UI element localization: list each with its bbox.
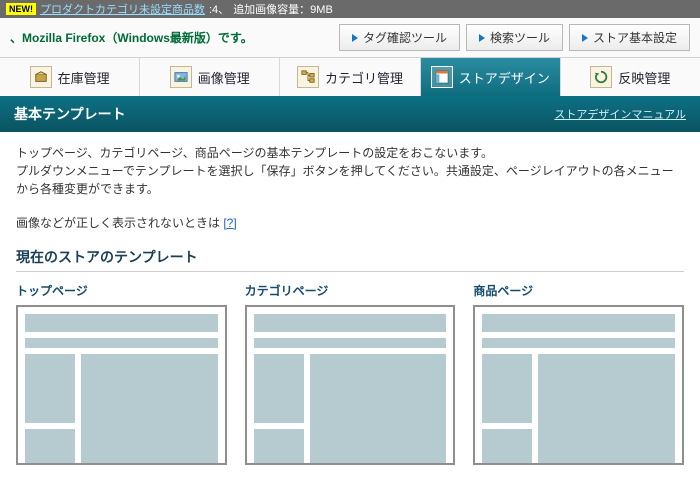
current-template-title: 現在のストアのテンプレート [16, 247, 684, 272]
design-manual-link[interactable]: ストアデザインマニュアル [554, 106, 686, 122]
preview-category-label: カテゴリページ [245, 282, 456, 299]
tree-icon [297, 66, 319, 88]
preview-product-label: 商品ページ [473, 282, 684, 299]
preview-product: 商品ページ [473, 282, 684, 465]
uncat-products-link[interactable]: プロダクトカテゴリ未設定商品数 [40, 1, 205, 17]
refresh-icon [590, 66, 612, 88]
preview-top-label: トップページ [16, 282, 227, 299]
image-icon [170, 66, 192, 88]
tab-publish[interactable]: 反映管理 [561, 58, 700, 96]
search-tool-label: 検索ツール [490, 29, 550, 46]
tab-categories-label: カテゴリ管理 [325, 68, 403, 87]
subheader-bar: 基本テンプレート ストアデザインマニュアル [0, 96, 700, 132]
tab-inventory-label: 在庫管理 [58, 68, 110, 87]
triangle-icon [352, 34, 358, 42]
preview-top: トップページ [16, 282, 227, 465]
layout-icon [431, 66, 453, 88]
tag-check-tool-button[interactable]: タグ確認ツール [339, 24, 460, 51]
box-icon [30, 66, 52, 88]
preview-product-box[interactable] [473, 305, 684, 465]
store-settings-button[interactable]: ストア基本設定 [569, 24, 690, 51]
help-link[interactable]: [?] [223, 216, 236, 230]
top-status-bar: NEW! プロダクトカテゴリ未設定商品数 :4、 追加画像容量：9MB [0, 0, 700, 18]
page-title: 基本テンプレート [14, 104, 126, 124]
main-tabs: 在庫管理 画像管理 カテゴリ管理 ストアデザイン 反映管理 [0, 57, 700, 96]
preview-category-box[interactable] [245, 305, 456, 465]
preview-top-box[interactable] [16, 305, 227, 465]
tab-publish-label: 反映管理 [618, 68, 670, 87]
preview-category: カテゴリページ [245, 282, 456, 465]
store-settings-label: ストア基本設定 [593, 29, 677, 46]
tab-inventory[interactable]: 在庫管理 [0, 58, 140, 96]
tab-categories[interactable]: カテゴリ管理 [280, 58, 420, 96]
new-badge: NEW! [6, 3, 36, 15]
tool-buttons: タグ確認ツール 検索ツール ストア基本設定 [339, 24, 690, 51]
tab-images[interactable]: 画像管理 [140, 58, 280, 96]
browser-note: 、Mozilla Firefox（Windows最新版）です。 [10, 29, 253, 46]
extra-quota: 追加画像容量：9MB [233, 1, 333, 17]
tab-images-label: 画像管理 [198, 68, 250, 87]
content-area: トップページ、カテゴリページ、商品ページの基本テンプレートの設定をおこないます。… [0, 132, 700, 465]
search-tool-button[interactable]: 検索ツール [466, 24, 563, 51]
toolbar-row: 、Mozilla Firefox（Windows最新版）です。 タグ確認ツール … [0, 18, 700, 57]
triangle-icon [582, 34, 588, 42]
tab-store-design-label: ストアデザイン [459, 68, 550, 87]
tab-store-design[interactable]: ストアデザイン [421, 58, 561, 96]
uncat-products-count: :4、 [209, 1, 229, 17]
triangle-icon [479, 34, 485, 42]
help-line: 画像などが正しく表示されないときは [?] [16, 214, 684, 231]
help-prefix: 画像などが正しく表示されないときは [16, 216, 223, 230]
template-preview-row: トップページ カテゴリページ 商品ページ [16, 282, 684, 465]
description-text: トップページ、カテゴリページ、商品ページの基本テンプレートの設定をおこないます。… [16, 144, 684, 198]
tag-check-tool-label: タグ確認ツール [363, 29, 447, 46]
